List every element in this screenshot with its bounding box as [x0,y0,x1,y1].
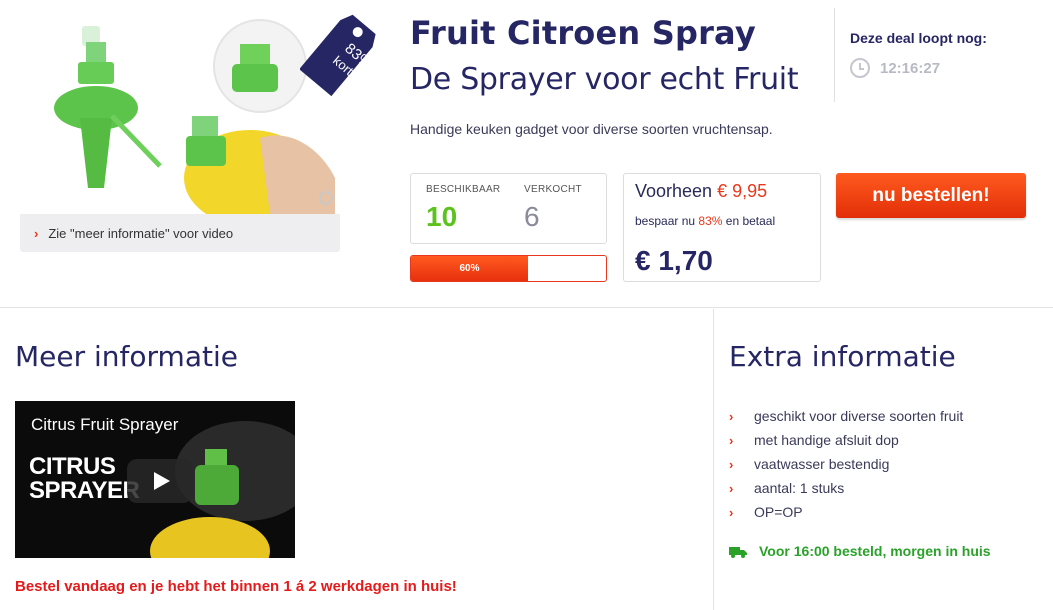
list-item: › aantal: 1 stuks [729,476,963,500]
list-item-label: aantal: 1 stuks [754,480,845,496]
sold-progress-fill: 60% [411,256,528,281]
product-subtitle: De Sprayer voor echt Fruit [410,62,799,97]
savings-pct: 83% [698,214,723,228]
clock-icon [850,58,870,78]
deal-timer-label: Deze deal loopt nog: [850,30,987,46]
meer-informatie-heading: Meer informatie [15,340,238,373]
delivery-promise: Voor 16:00 besteld, morgen in huis [729,543,991,559]
column-divider [713,309,714,610]
old-price-label: Voorheen [635,181,713,201]
available-value: 10 [426,201,458,232]
savings-text: bespaar nu 83% en betaal [635,214,775,228]
product-title: Fruit Citroen Spray [410,14,756,52]
product-image[interactable] [20,8,340,214]
list-item-label: geschikt voor diverse soorten fruit [754,408,964,424]
deal-timer: 12:16:27 [850,58,940,78]
delivery-note: Bestel vandaag en je hebt het binnen 1 á… [15,578,457,595]
product-video[interactable]: Citrus Fruit Sprayer CITRUS SPRAYER [15,401,295,558]
discount-tag: 83% korting [299,6,382,98]
stock-box: BESCHIKBAAR 10 VERKOCHT 6 [410,173,607,244]
video-title: Citrus Fruit Sprayer [31,415,179,434]
product-description: Handige keuken gadget voor diverse soort… [410,121,773,137]
savings-prefix: bespaar nu [635,214,696,228]
sold-progress-label: 60% [459,263,480,274]
order-button[interactable]: nu bestellen! [836,173,1026,218]
list-item-label: OP=OP [754,504,803,520]
video-big-line2: SPRAYER [29,477,140,504]
current-price: € 1,70 [635,245,713,276]
list-item: › met handige afsluit dop [729,428,963,452]
extra-informatie-heading: Extra informatie [729,340,956,373]
list-item: › geschikt voor diverse soorten fruit [729,404,963,428]
divider [834,8,835,102]
old-price-value: € 9,95 [717,181,768,201]
more-info-link[interactable]: › Zie "meer informatie" voor video [20,214,340,252]
chevron-right-icon: › [729,408,734,424]
deal-timer-value: 12:16:27 [880,59,941,77]
list-item-label: met handige afsluit dop [754,432,899,448]
old-price: Voorheen € 9,95 [635,181,767,202]
price-box: Voorheen € 9,95 bespaar nu 83% en betaal… [623,173,821,282]
delivery-promise-label: Voor 16:00 besteld, morgen in huis [759,543,991,559]
sold-label: VERKOCHT [524,184,582,195]
list-item: › vaatwasser bestendig [729,452,963,476]
sold-stat: VERKOCHT 6 [524,184,582,233]
play-icon[interactable] [127,459,193,503]
list-item-label: vaatwasser bestendig [754,456,890,472]
available-stat: BESCHIKBAAR 10 [426,184,500,233]
truck-icon [729,545,747,558]
chevron-right-icon: › [729,480,734,496]
chevron-right-icon: › [34,225,39,241]
chevron-right-icon: › [729,504,734,520]
deal-section: 83% korting › Zie "meer informatie" voor… [0,0,1053,308]
chevron-right-icon: › [729,456,734,472]
chevron-right-icon: › [729,432,734,448]
extra-info-list: › geschikt voor diverse soorten fruit › me… [729,404,963,524]
sold-value: 6 [524,201,540,232]
list-item: › OP=OP [729,500,963,524]
available-label: BESCHIKBAAR [426,184,501,195]
savings-suffix: en betaal [725,214,776,228]
sold-progress-bar: 60% [410,255,607,282]
more-info-label: Zie "meer informatie" voor video [48,225,234,241]
